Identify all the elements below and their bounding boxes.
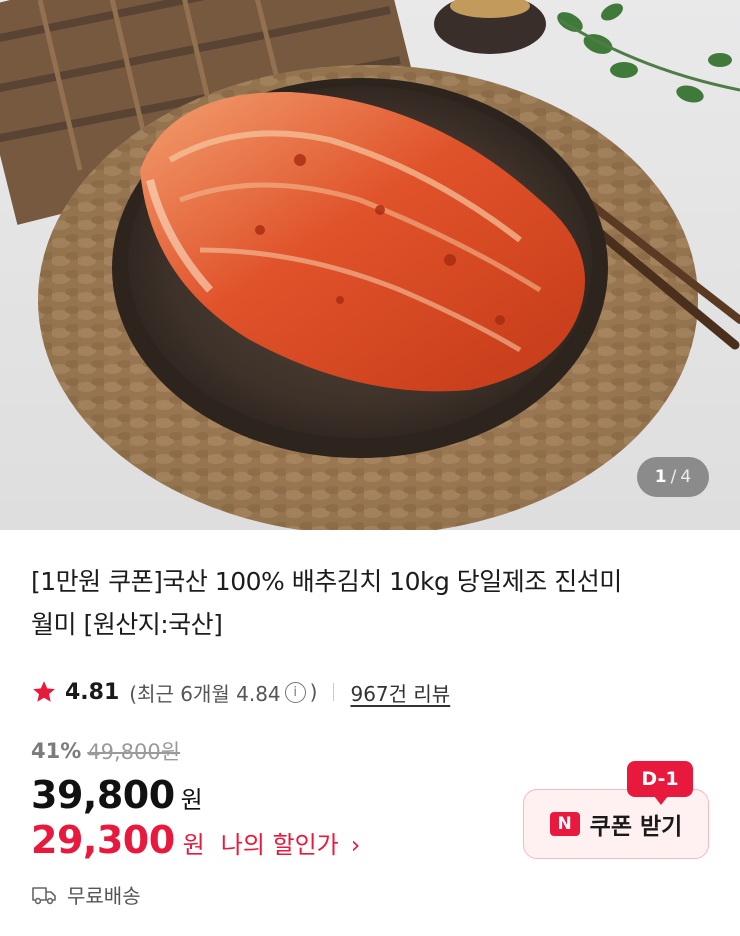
- rating-summary: 4.81 (최근 6개월 4.84 i ) 967건 리뷰: [31, 674, 450, 710]
- image-counter-total: 4: [680, 467, 692, 487]
- product-title-line-1: [1만원 쿠폰]국산 100% 배추김치 10kg 당일제조 진선미: [31, 567, 622, 596]
- discount-rate: 41%: [31, 739, 82, 763]
- image-counter-current: 1: [654, 467, 667, 487]
- my-price-label: 나의 할인가: [220, 831, 339, 859]
- image-counter-separator: /: [670, 467, 677, 487]
- info-icon[interactable]: i: [284, 681, 306, 703]
- recent-rating-close: ): [309, 680, 318, 704]
- rating-score: 4.81: [65, 679, 120, 705]
- sale-price-value: 39,800: [31, 773, 175, 817]
- naver-n-icon: N: [549, 812, 580, 836]
- shipping-label: 무료배송: [67, 884, 141, 908]
- sale-price-unit: 원: [180, 786, 203, 814]
- original-price: 49,800원: [87, 740, 181, 764]
- product-title-line-2: 월미 [원산지:국산]: [31, 610, 223, 639]
- product-photo: [0, 0, 740, 530]
- recent-rating[interactable]: (최근 6개월 4.84 i ): [129, 678, 317, 707]
- shipping-info: 무료배송: [31, 880, 141, 909]
- discount-info: 41% 49,800원: [31, 736, 180, 766]
- star-icon: [33, 681, 55, 702]
- chevron-right-icon: ›: [350, 831, 361, 859]
- product-title: [1만원 쿠폰]국산 100% 배추김치 10kg 당일제조 진선미 월미 [원…: [31, 560, 721, 646]
- coupon-dday-badge: D-1: [627, 761, 693, 805]
- sale-price: 39,800 원: [31, 773, 203, 817]
- truck-icon: [32, 886, 56, 904]
- my-price-unit: 원: [182, 831, 205, 859]
- rating-divider: [333, 683, 335, 701]
- recent-rating-text: (최근 6개월 4.84: [129, 681, 281, 706]
- product-image-carousel[interactable]: 1 / 4: [0, 0, 740, 530]
- image-counter: 1 / 4: [637, 457, 709, 497]
- coupon-download-button[interactable]: N 쿠폰 받기: [523, 789, 709, 859]
- my-price-value: 29,300: [31, 818, 175, 862]
- review-count-link[interactable]: 967건 리뷰: [350, 678, 450, 707]
- my-discount-price[interactable]: 29,300 원 나의 할인가 ›: [31, 818, 360, 862]
- coupon-button-label: 쿠폰 받기: [589, 814, 683, 840]
